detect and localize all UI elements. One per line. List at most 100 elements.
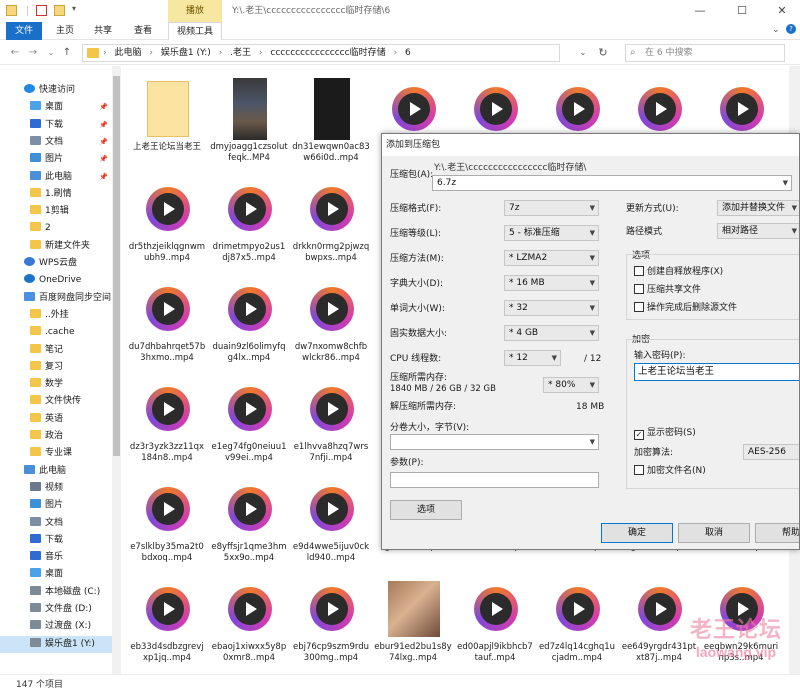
parameters-input[interactable] xyxy=(390,472,599,488)
cancel-button[interactable]: 取消 xyxy=(678,523,750,543)
up-arrow-icon[interactable]: ↑ xyxy=(60,45,74,61)
file-tile[interactable]: dmyjoagg1czsolutfeqk..MP4 xyxy=(210,74,288,170)
file-tile[interactable]: e1lhvva8hzq7wrs7nfji..mp4 xyxy=(292,374,370,470)
nav-item[interactable]: 桌面 xyxy=(0,566,112,583)
options-button[interactable]: 选项 xyxy=(390,500,462,520)
nav-item[interactable]: 文件快传 xyxy=(0,393,112,410)
file-tile[interactable]: drkkn0rmg2pjwzqbwpxs..mp4 xyxy=(292,174,370,270)
help-icon[interactable]: ? xyxy=(786,24,796,34)
nav-item[interactable]: OneDrive xyxy=(0,272,112,289)
nav-item[interactable]: 此电脑 xyxy=(0,463,112,480)
nav-item[interactable]: 音乐 xyxy=(0,549,112,566)
file-tile[interactable]: dw7nxomw8chfbwlckr86..mp4 xyxy=(292,274,370,370)
nav-item[interactable]: 政治 xyxy=(0,428,112,445)
nav-item[interactable]: 2 xyxy=(0,220,112,237)
delete-after-checkbox[interactable]: 操作完成后删除源文件 xyxy=(634,302,737,314)
file-tile[interactable]: dr5thzjeiklqgnwmubh9..mp4 xyxy=(128,174,206,270)
nav-item[interactable]: 视频 xyxy=(0,480,112,497)
file-tile[interactable]: ebj76cp9szm9rdu300mg..mp4 xyxy=(292,574,370,670)
nav-item[interactable]: 百度网盘同步空间 xyxy=(0,290,112,307)
minimize-button[interactable]: — xyxy=(680,0,720,22)
compress-shared-checkbox[interactable]: 压缩共享文件 xyxy=(634,284,701,296)
update-mode-select[interactable]: 添加并替换文件 ▼ xyxy=(717,200,799,216)
nav-item[interactable]: 图片 📌 xyxy=(0,151,112,168)
level-select[interactable]: 5 - 标准压缩 ▼ xyxy=(504,225,599,241)
tab-view[interactable]: 查看 xyxy=(128,22,158,40)
breadcrumb-item[interactable]: 此电脑 xyxy=(114,48,141,58)
nav-item[interactable]: 笔记 xyxy=(0,342,112,359)
nav-item[interactable]: 英语 xyxy=(0,411,112,428)
nav-scrollbar[interactable] xyxy=(112,66,121,674)
recent-chevron-icon[interactable]: ⌄ xyxy=(44,45,58,61)
file-tile[interactable]: 上老王论坛当老王 xyxy=(128,74,206,170)
nav-item[interactable]: 文档 xyxy=(0,515,112,532)
properties-icon[interactable] xyxy=(36,5,47,16)
show-password-checkbox[interactable]: ✓ 显示密码(S) xyxy=(634,427,696,440)
nav-item[interactable]: 复习 xyxy=(0,359,112,376)
file-tile[interactable]: dn31ewqwn0ac83w66i0d..mp4 xyxy=(292,74,370,170)
file-tile[interactable]: ee649yrgdr431ptxt87j..mp4 xyxy=(620,574,698,670)
file-tile[interactable]: du7dhbahrqet57b3hxmo..mp4 xyxy=(128,274,206,370)
breadcrumb-item[interactable]: 6 xyxy=(405,48,411,58)
nav-item[interactable]: ..外挂 xyxy=(0,307,112,324)
file-tile[interactable]: e7slklby35ma2t0bdxoq..mp4 xyxy=(128,474,206,570)
file-tile[interactable]: ed7z4lq14cghq1ucjadm..mp4 xyxy=(538,574,616,670)
password-input[interactable]: 上老王论坛当老王 xyxy=(634,363,799,381)
nav-item[interactable]: 专业课 xyxy=(0,445,112,462)
nav-item[interactable]: 文档 📌 xyxy=(0,134,112,151)
tab-video-tools[interactable]: 视频工具 xyxy=(168,22,222,40)
encryption-method-select[interactable]: AES-256 xyxy=(743,444,799,460)
chevron-down-icon[interactable]: ▾ xyxy=(72,4,76,13)
help-button[interactable]: 帮助 xyxy=(755,523,799,543)
search-input[interactable]: ⌕ 在 6 中搜索 xyxy=(625,44,785,62)
split-size-select[interactable]: ▼ xyxy=(390,434,599,450)
nav-item[interactable]: 过渡盘 (X:) xyxy=(0,618,112,635)
create-sfx-checkbox[interactable]: 创建自释放程序(X) xyxy=(634,266,723,278)
nav-item[interactable]: 1剪辑 xyxy=(0,203,112,220)
nav-item[interactable]: 本地磁盘 (C:) xyxy=(0,584,112,601)
nav-item[interactable]: 1.刷情 xyxy=(0,186,112,203)
maximize-button[interactable]: ☐ xyxy=(722,0,762,22)
ribbon-expand-icon[interactable]: ⌄ xyxy=(772,25,780,35)
breadcrumb-item[interactable]: .老王 xyxy=(230,48,251,58)
tab-file[interactable]: 文件 xyxy=(6,22,42,40)
tab-home[interactable]: 主页 xyxy=(50,22,80,40)
nav-item[interactable]: 数学 xyxy=(0,376,112,393)
back-arrow-icon[interactable]: ← xyxy=(8,45,22,61)
format-select[interactable]: 7z ▼ xyxy=(504,200,599,216)
nav-item[interactable]: 下载 📌 xyxy=(0,117,112,134)
nav-item[interactable]: 此电脑 📌 xyxy=(0,169,112,186)
scrollbar-thumb[interactable] xyxy=(113,76,120,456)
address-bar[interactable]: › 此电脑 › 娱乐盘1 (Y:) › .老王 › cccccccccccccc… xyxy=(82,44,560,62)
manage-tab[interactable]: 播放 xyxy=(168,0,222,22)
method-select[interactable]: * LZMA2 ▼ xyxy=(504,250,599,266)
file-tile[interactable]: e9d4wwe5ijuv0ckld940..mp4 xyxy=(292,474,370,570)
encrypt-filenames-checkbox[interactable]: 加密文件名(N) xyxy=(634,465,706,477)
tab-share[interactable]: 共享 xyxy=(88,22,118,40)
word-size-select[interactable]: * 32 ▼ xyxy=(504,300,599,316)
nav-item[interactable]: 快速访问 xyxy=(0,82,112,99)
file-tile[interactable]: ebur91ed2bu1s8y74lxg..mp4 xyxy=(374,574,452,670)
nav-item[interactable]: 图片 xyxy=(0,497,112,514)
nav-item[interactable]: WPS云盘 xyxy=(0,255,112,272)
nav-item[interactable]: 新建文件夹 xyxy=(0,238,112,255)
breadcrumb-item[interactable]: 娱乐盘1 (Y:) xyxy=(161,48,211,58)
refresh-icon[interactable]: ↻ xyxy=(595,45,611,61)
forward-arrow-icon[interactable]: → xyxy=(26,45,40,61)
nav-item[interactable]: 桌面 📌 xyxy=(0,99,112,116)
dictionary-select[interactable]: * 16 MB ▼ xyxy=(504,275,599,291)
file-tile[interactable]: eeqbwn29k6murinp3s..mp4 xyxy=(702,574,780,670)
cpu-threads-select[interactable]: * 12 ▼ xyxy=(504,350,561,366)
file-tile[interactable]: e1eg74fg0neiuu1v99ei..mp4 xyxy=(210,374,288,470)
file-tile[interactable]: ed00apjl9ikbhcb7tauf..mp4 xyxy=(456,574,534,670)
path-mode-select[interactable]: 相对路径 ▼ xyxy=(717,223,799,239)
folder-icon[interactable] xyxy=(6,5,17,16)
file-tile[interactable]: duain9zl6olimyfqg4lx..mp4 xyxy=(210,274,288,370)
file-tile[interactable]: ebaoj1xiwxx5y8p0xmr8..mp4 xyxy=(210,574,288,670)
archive-name-input[interactable]: 6.7z ▼ xyxy=(432,175,792,191)
nav-item[interactable]: 娱乐盘1 (Y:) xyxy=(0,635,112,653)
file-tile[interactable]: eb33d4sdbzgrevjxp1jq..mp4 xyxy=(128,574,206,670)
file-tile[interactable]: dz3r3yzk3zz11qx184n8..mp4 xyxy=(128,374,206,470)
nav-item[interactable]: .cache xyxy=(0,324,112,341)
file-tile[interactable]: e8yffsjr1qme3hm5xx9o..mp4 xyxy=(210,474,288,570)
